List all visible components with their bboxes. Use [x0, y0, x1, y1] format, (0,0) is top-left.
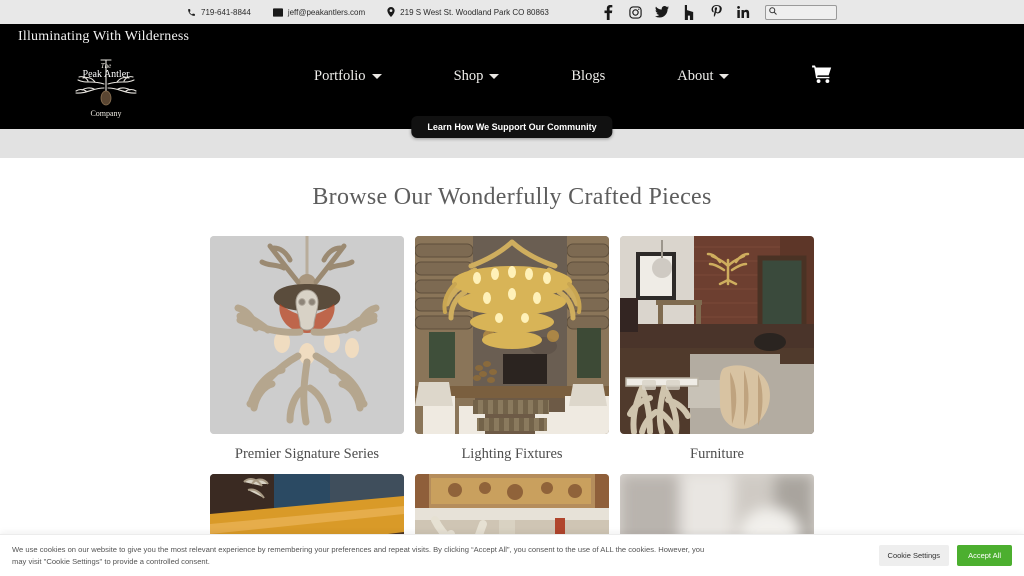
nav-item-about[interactable]: About: [663, 68, 743, 85]
chevron-down-icon: [489, 74, 500, 79]
twitter-icon[interactable]: [649, 3, 676, 21]
facebook-icon[interactable]: [595, 3, 622, 21]
nav-item-blogs[interactable]: Blogs: [557, 68, 619, 85]
address-text: 219 S West St. Woodland Park CO 80863: [400, 7, 549, 17]
houzz-icon[interactable]: [676, 3, 703, 21]
category-grid: Premier Signature Series Lighting Fixtur…: [210, 236, 814, 576]
category-card-premier-signature-series[interactable]: Premier Signature Series: [210, 236, 404, 463]
nav-label-about: About: [677, 68, 714, 84]
category-thumbnail: [415, 236, 609, 434]
phone-icon: [187, 8, 196, 17]
category-caption: Premier Signature Series: [234, 446, 380, 462]
community-support-button[interactable]: Learn How We Support Our Community: [411, 116, 613, 138]
main-navigation: Portfolio Shop Blogs About: [300, 24, 743, 129]
pinterest-icon[interactable]: [703, 3, 730, 21]
linkedin-icon[interactable]: [730, 3, 757, 21]
cookie-consent-banner: We use cookies on our website to give yo…: [0, 534, 1024, 576]
category-card-furniture[interactable]: Furniture: [620, 236, 814, 463]
accept-all-button[interactable]: Accept All: [957, 545, 1012, 566]
page-title: Browse Our Wonderfully Crafted Pieces: [312, 184, 712, 210]
cookie-settings-button[interactable]: Cookie Settings: [878, 545, 950, 566]
svg-text:Peak Antler: Peak Antler: [83, 69, 131, 80]
email-link[interactable]: jeff@peakantlers.com: [272, 7, 366, 17]
site-logo[interactable]: The Peak Antler Company: [62, 44, 150, 122]
category-caption: Furniture: [690, 446, 744, 462]
nav-label-blogs: Blogs: [571, 68, 606, 84]
email-address: jeff@peakantlers.com: [287, 7, 366, 17]
phone-link[interactable]: 719-641-8844: [187, 8, 251, 17]
address-link[interactable]: 219 S West St. Woodland Park CO 80863: [387, 7, 549, 17]
utility-bar: 719-641-8844 jeff@peakantlers.com 219 S …: [0, 0, 1024, 24]
cookie-actions: Cookie Settings Accept All: [878, 545, 1012, 566]
category-card-lighting-fixtures[interactable]: Lighting Fixtures: [415, 236, 609, 463]
phone-number: 719-641-8844: [201, 7, 251, 17]
map-pin-icon: [387, 7, 395, 17]
site-header: Illuminating With Wilderness The Peak An…: [0, 24, 1024, 129]
search-input[interactable]: [776, 5, 833, 19]
category-caption: Lighting Fixtures: [461, 446, 563, 462]
chevron-down-icon: [371, 74, 382, 79]
nav-item-shop[interactable]: Shop: [440, 68, 514, 85]
nav-label-shop: Shop: [453, 68, 484, 84]
search-box[interactable]: [764, 4, 837, 20]
search-icon: [769, 7, 777, 17]
cookie-consent-text: We use cookies on our website to give yo…: [12, 544, 705, 566]
envelope-icon: [272, 7, 283, 17]
chevron-down-icon: [719, 74, 730, 79]
category-thumbnail: [210, 236, 404, 434]
nav-item-portfolio[interactable]: Portfolio: [300, 68, 396, 85]
social-links: [595, 3, 757, 21]
shopping-cart-icon[interactable]: [812, 65, 832, 88]
site-tagline: Illuminating With Wilderness: [18, 29, 190, 44]
svg-text:Company: Company: [90, 109, 121, 118]
main-content: Browse Our Wonderfully Crafted Pieces Pr…: [0, 158, 1024, 576]
instagram-icon[interactable]: [622, 3, 649, 21]
promo-strip: Learn How We Support Our Community: [0, 116, 1024, 158]
nav-label-portfolio: Portfolio: [314, 68, 366, 84]
category-thumbnail: [620, 236, 814, 434]
